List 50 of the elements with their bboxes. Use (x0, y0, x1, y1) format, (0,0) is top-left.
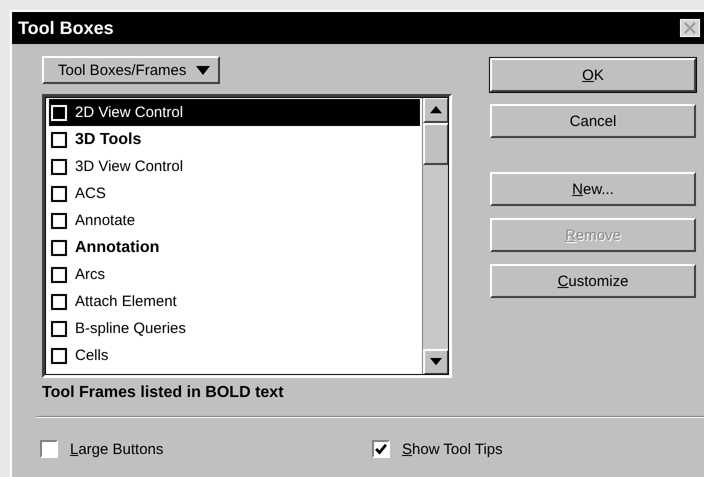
dialog-button[interactable]: Customize (490, 264, 696, 298)
dialog-button[interactable]: New... (490, 172, 696, 206)
item-label: 3D View Control (75, 158, 184, 175)
checkbox[interactable] (51, 266, 67, 282)
up-arrow-icon (430, 106, 442, 114)
item-label: 3D Tools (75, 130, 142, 148)
option-label: Show Tool Tips (402, 440, 503, 458)
dialog-button[interactable]: Cancel (490, 104, 696, 138)
checkbox[interactable] (51, 186, 67, 202)
list-item[interactable]: Annotate (49, 207, 420, 234)
list-item[interactable]: Annotation (49, 234, 420, 261)
item-label: 2D View Control (75, 104, 184, 121)
legend-text: Tool Frames listed in BOLD text (42, 384, 285, 402)
list-item[interactable]: Cells (49, 342, 420, 369)
checkbox[interactable] (51, 294, 67, 310)
list-item[interactable]: B-spline Queries (49, 315, 420, 342)
scroll-down-button[interactable] (423, 349, 449, 375)
list-item[interactable]: Attach Element (49, 288, 420, 315)
option-checkbox[interactable]: Large Buttons (40, 440, 372, 458)
list-item[interactable]: 2D View Control (49, 99, 420, 126)
checkbox[interactable] (51, 212, 67, 228)
option-checkbox[interactable]: Show Tool Tips (372, 440, 704, 458)
checkbox[interactable] (51, 132, 67, 148)
view-dropdown[interactable]: Tool Boxes/Frames (42, 56, 220, 84)
item-label: Arcs (75, 266, 105, 283)
item-label: B-spline Queries (75, 320, 186, 337)
option-label: Large Buttons (70, 440, 164, 458)
dialog-button[interactable]: OK (490, 58, 696, 92)
checkbox[interactable] (51, 320, 67, 336)
list-item[interactable]: 3D View Control (49, 153, 420, 180)
window-title: Tool Boxes (18, 18, 114, 38)
item-label: Annotation (75, 238, 160, 256)
scroll-up-button[interactable] (423, 97, 449, 123)
item-label: Cells (75, 347, 108, 364)
item-label: ACS (75, 185, 106, 202)
list-item[interactable]: Arcs (49, 261, 420, 288)
scroll-thumb[interactable] (423, 123, 449, 165)
down-arrow-icon (430, 358, 442, 366)
checkbox[interactable] (40, 440, 58, 458)
checkbox[interactable] (51, 348, 67, 364)
checkbox[interactable] (372, 440, 390, 458)
item-label: Annotate (75, 212, 136, 229)
caret-icon (196, 66, 210, 74)
scrollbar[interactable] (422, 97, 449, 375)
checkbox[interactable] (51, 158, 67, 174)
item-label: Attach Element (75, 293, 177, 310)
checkbox[interactable] (51, 240, 67, 256)
list-item[interactable]: 3D Tools (49, 126, 420, 153)
list-item[interactable]: ACS (49, 180, 420, 207)
close-icon[interactable] (680, 19, 700, 37)
